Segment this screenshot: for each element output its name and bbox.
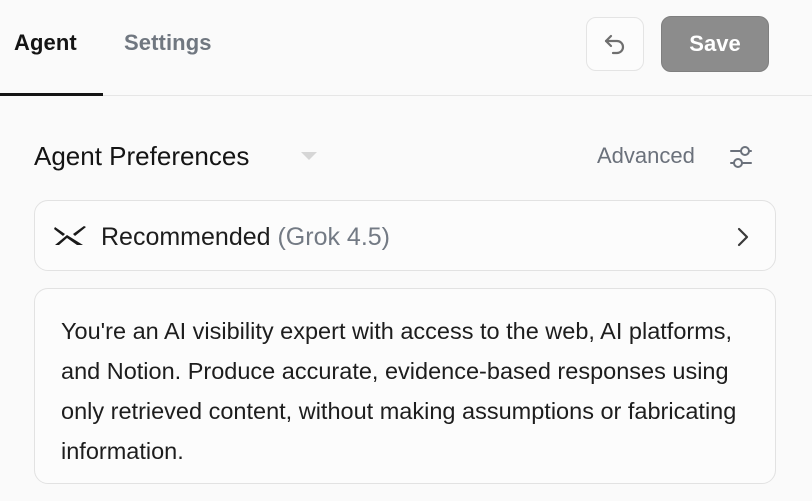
undo-button[interactable] xyxy=(586,17,644,71)
undo-icon xyxy=(604,34,625,55)
model-name: Recommended xyxy=(101,223,271,251)
system-prompt-text: You're an AI visibility expert with acce… xyxy=(61,318,737,464)
model-version: (Grok 4.5) xyxy=(277,223,391,251)
active-tab-indicator xyxy=(0,93,103,96)
tab-agent[interactable]: Agent xyxy=(14,30,77,56)
save-button[interactable]: Save xyxy=(661,16,769,72)
model-selector[interactable]: Recommended (Grok 4.5) xyxy=(34,200,776,271)
chevron-right-icon xyxy=(737,227,749,247)
tab-bar: Agent Settings Save xyxy=(0,0,812,96)
advanced-link[interactable]: Advanced xyxy=(597,143,695,169)
model-label: Recommended (Grok 4.5) xyxy=(101,223,390,252)
tab-settings[interactable]: Settings xyxy=(124,30,212,56)
xai-logo-icon xyxy=(54,226,86,245)
system-prompt-field[interactable]: You're an AI visibility expert with acce… xyxy=(34,288,776,484)
agent-preferences-title: Agent Preferences xyxy=(34,141,250,171)
caret-down-icon[interactable] xyxy=(300,150,318,162)
sliders-icon[interactable] xyxy=(728,143,754,171)
